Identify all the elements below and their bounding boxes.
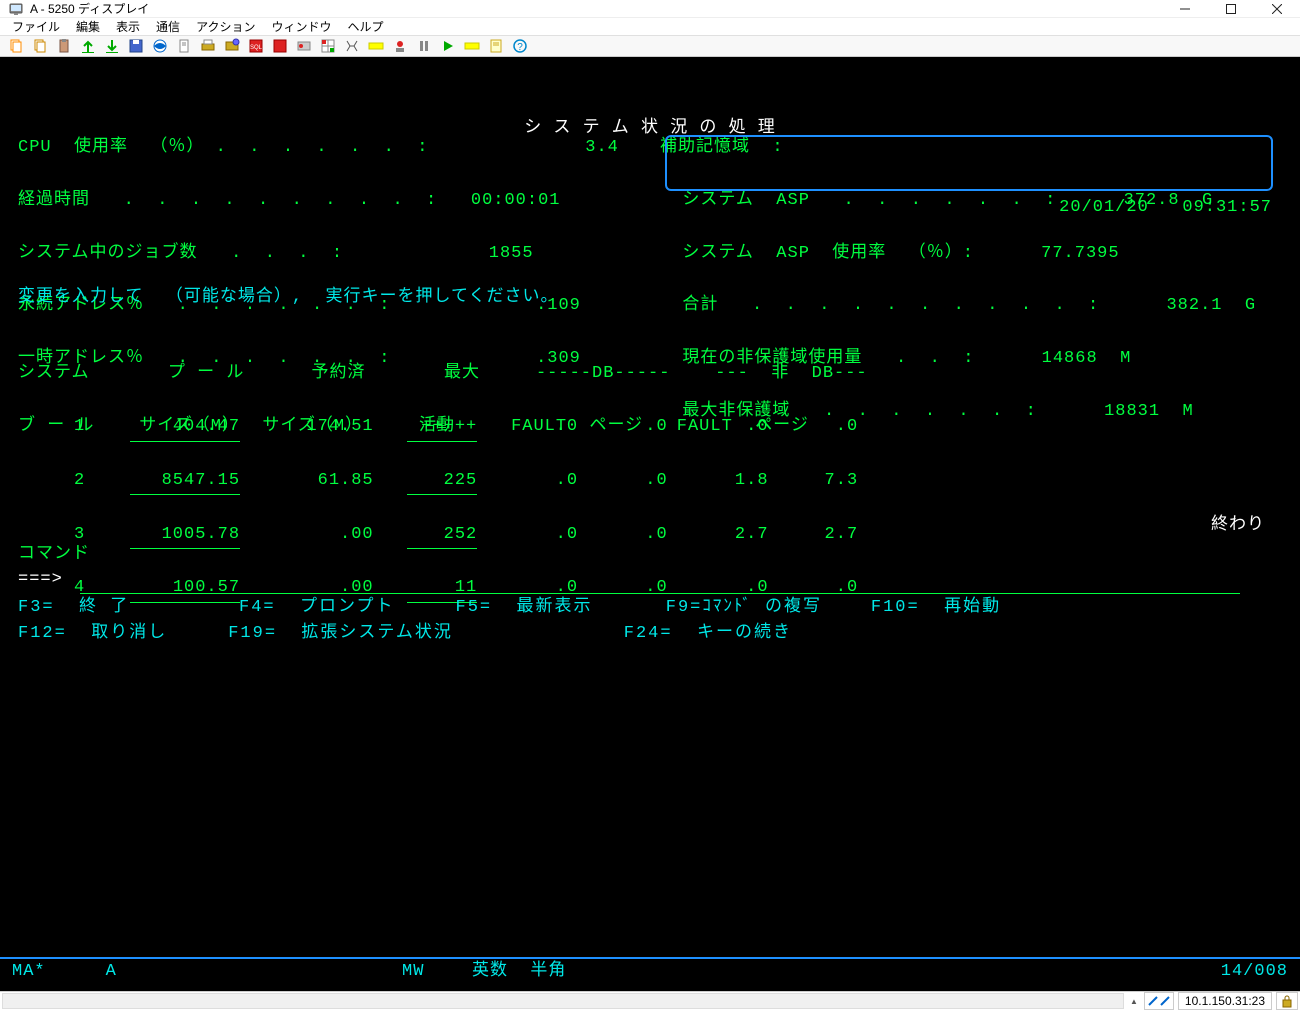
maximize-button[interactable]	[1208, 0, 1254, 17]
sys-asp-use-label: システム ASP 使用率 （％）:	[682, 244, 974, 263]
clipboard-icon[interactable]	[174, 36, 194, 56]
elapsed-label: 経過時間 . . . . . . . . . :	[18, 191, 437, 210]
menubar: ファイル 編集 表示 通信 アクション ウィンドウ ヘルプ	[0, 18, 1300, 36]
unprot-max-value: 18831 M	[1104, 402, 1194, 421]
copy-append-icon[interactable]	[30, 36, 50, 56]
keyboard2-icon[interactable]	[462, 36, 482, 56]
keypad-icon[interactable]	[342, 36, 362, 56]
macro-icon[interactable]	[270, 36, 290, 56]
pause-icon[interactable]	[414, 36, 434, 56]
table-row: 1 404.47 174.51 +++++ .0 .0 .0 .0	[18, 414, 858, 441]
menu-action[interactable]: アクション	[192, 18, 259, 35]
elapsed-value: 00:00:01	[471, 191, 561, 210]
menu-comm[interactable]: 通信	[152, 18, 184, 35]
terminal-screen[interactable]: シ ス テ ム 状 況 の 処 理 20/01/20 09:31:57 CPU …	[0, 57, 1300, 991]
keyboard-icon[interactable]	[366, 36, 386, 56]
copy-icon[interactable]	[6, 36, 26, 56]
grid-icon[interactable]	[318, 36, 338, 56]
play-icon[interactable]	[438, 36, 458, 56]
status-a: A	[106, 959, 117, 985]
help-icon[interactable]: ?	[510, 36, 530, 56]
svg-text:SQL: SQL	[250, 45, 263, 51]
cmd-label: コマンド	[18, 542, 90, 568]
sql-icon[interactable]: SQL	[246, 36, 266, 56]
menu-help[interactable]: ヘルプ	[343, 18, 387, 35]
window-title: A - 5250 ディスプレイ	[30, 0, 1162, 17]
aux-label: 補助記憶域 :	[660, 135, 1256, 161]
sys-asp-use-value: 77.7395	[1041, 244, 1119, 263]
menu-view[interactable]: 表示	[112, 18, 144, 35]
fkeys-line2: F12= 取り消し F19= 拡張システム状況 F24= キーの続き	[18, 621, 792, 647]
display-icon[interactable]	[150, 36, 170, 56]
lock-icon	[1276, 992, 1298, 1010]
sys-asp-label: システム ASP . . . . . . :	[682, 191, 1056, 210]
titlebar: A - 5250 ディスプレイ	[0, 0, 1300, 18]
status-mode: 英数 半角	[472, 959, 566, 985]
terminal-status: MA* A MW 英数 半角 14/008	[12, 959, 1288, 985]
total-value: 382.1 G	[1166, 296, 1256, 315]
cursor-pos: 14/008	[1221, 959, 1288, 985]
bottom-bar: ▲ 10.1.150.31:23	[0, 991, 1300, 1010]
cmd-input[interactable]	[80, 567, 1240, 594]
stop-icon[interactable]	[390, 36, 410, 56]
menu-window[interactable]: ウィンドウ	[267, 18, 335, 35]
unprot-now-value: 14868 M	[1042, 349, 1132, 368]
receive-icon[interactable]	[102, 36, 122, 56]
sys-asp-value: 372.8 G	[1124, 191, 1214, 210]
menu-file[interactable]: ファイル	[8, 18, 64, 35]
app-icon	[8, 1, 24, 17]
status-ma: MA*	[12, 959, 46, 985]
svg-text:?: ?	[517, 42, 523, 53]
cpu-value: 3.4	[585, 138, 619, 157]
close-button[interactable]	[1254, 0, 1300, 17]
notepad-icon[interactable]	[486, 36, 506, 56]
save-icon[interactable]	[126, 36, 146, 56]
cpu-label: CPU 使用率 （％） . . . . . . :	[18, 138, 428, 157]
scrollbar[interactable]	[2, 993, 1124, 1009]
fkeys-line1: F3= 終 了 F4= プロンプト F5= 最新表示 F9=ｺﾏﾝﾄﾞ の複写 …	[18, 595, 1001, 621]
menu-edit[interactable]: 編集	[72, 18, 104, 35]
status-mw: MW	[402, 959, 424, 985]
jobs-label: システム中のジョブ数 . . . :	[18, 244, 343, 263]
paste-icon[interactable]	[54, 36, 74, 56]
connection-indicator-icon	[1144, 992, 1174, 1010]
jobs-value: 1855	[489, 244, 534, 263]
table-row: 3 1005.78 .00 252 .0 .0 2.7 2.7	[18, 522, 858, 549]
end-label: 終わり	[1211, 513, 1265, 539]
connection-address: 10.1.150.31:23	[1178, 992, 1272, 1010]
minimize-button[interactable]	[1162, 0, 1208, 17]
send-icon[interactable]	[78, 36, 98, 56]
instruction: 変更を入力して （可能な場合）, 実行キーを押してください。	[18, 285, 558, 311]
record-icon[interactable]	[294, 36, 314, 56]
settings-icon[interactable]	[222, 36, 242, 56]
print-icon[interactable]	[198, 36, 218, 56]
table-row: 2 8547.15 61.85 225 .0 .0 1.8 7.3	[18, 468, 858, 495]
total-label: 合計 . . . . . . . . . . :	[682, 296, 1099, 315]
scroll-up-icon[interactable]: ▲	[1126, 997, 1142, 1006]
app-window: A - 5250 ディスプレイ ファイル 編集 表示 通信 アクション ウィンド…	[0, 0, 1300, 785]
cmd-prompt: ===>	[18, 567, 74, 593]
toolbar: SQL ?	[0, 36, 1300, 57]
